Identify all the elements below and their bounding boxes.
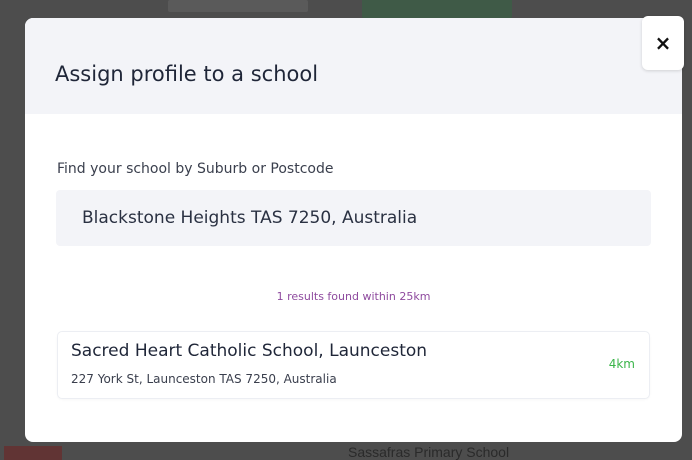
background-school-label: Sassafras Primary School [348, 444, 510, 460]
school-distance: 4km [608, 357, 635, 371]
results-count: 1 results found within 25km [276, 290, 431, 303]
search-label: Find your school by Suburb or Postcode [57, 161, 334, 177]
background-button [362, 0, 512, 20]
background-badge [4, 446, 62, 460]
modal-header: Assign profile to a school [25, 18, 682, 114]
close-button[interactable]: × [642, 16, 684, 70]
school-result-item[interactable]: Sacred Heart Catholic School, Launceston… [58, 332, 649, 398]
school-name: Sacred Heart Catholic School, Launceston [71, 341, 428, 361]
close-icon: × [654, 31, 672, 55]
school-address: 227 York St, Launceston TAS 7250, Austra… [71, 372, 337, 386]
school-search-input[interactable] [56, 190, 651, 246]
assign-school-modal: Assign profile to a school Find your sch… [25, 18, 682, 442]
modal-title: Assign profile to a school [55, 62, 319, 86]
background-nav-text [168, 0, 308, 12]
